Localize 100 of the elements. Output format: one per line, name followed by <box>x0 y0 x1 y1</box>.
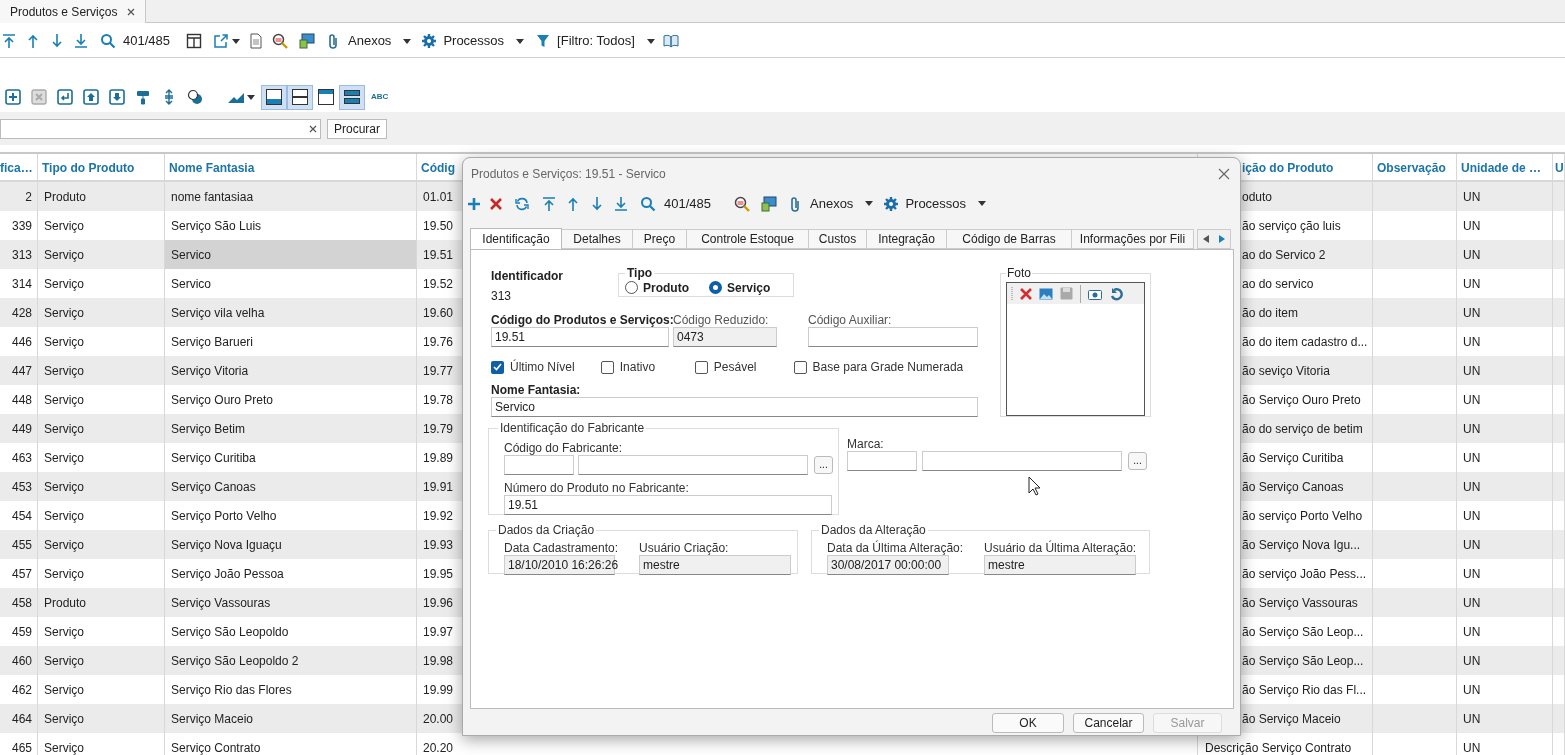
last-record-icon[interactable] <box>73 33 89 49</box>
tab[interactable]: Preço <box>633 229 687 249</box>
tab[interactable]: Controle Estoque <box>687 229 809 249</box>
field-label: Usuário da Última Alteração: <box>984 539 1137 554</box>
browse-button[interactable]: ... <box>1128 452 1147 470</box>
search-button[interactable]: Procurar <box>327 118 387 139</box>
table-cell-text: ão Serviço Vassouras <box>1242 594 1358 612</box>
close-icon[interactable] <box>127 7 136 16</box>
sql-search-icon[interactable] <box>272 33 288 49</box>
manufacturer-number-field[interactable]: 19.51 <box>504 495 832 515</box>
next-record-icon[interactable] <box>49 33 65 49</box>
computer-icon[interactable] <box>761 195 777 212</box>
columns-icon[interactable] <box>186 33 202 49</box>
layout-toggle[interactable] <box>339 84 365 110</box>
caret-icon[interactable] <box>646 38 655 44</box>
first-record-icon[interactable] <box>541 195 557 212</box>
table-cell-text: 428 <box>11 304 32 322</box>
panel-bottom-icon <box>265 88 283 106</box>
table-cell-text: nome fantasiaa <box>171 188 254 206</box>
book-icon[interactable] <box>662 33 679 49</box>
tab[interactable]: Detalhes <box>562 229 633 249</box>
caret-icon[interactable] <box>403 38 412 44</box>
last-record-icon[interactable] <box>613 195 629 212</box>
tab[interactable]: Código de Barras <box>947 229 1072 249</box>
brand-name-field[interactable] <box>922 451 1122 471</box>
caret-icon[interactable] <box>516 38 525 44</box>
table-cell-text: 454 <box>11 507 32 525</box>
search-icon[interactable] <box>100 33 116 49</box>
column-header[interactable]: Observação <box>1373 159 1446 177</box>
document-icon[interactable] <box>248 33 264 49</box>
browse-button[interactable]: ... <box>814 456 833 474</box>
spell-check-button[interactable]: ABC <box>371 91 389 103</box>
column-header[interactable]: Códig <box>417 159 455 177</box>
identifier-value: 313 <box>491 288 513 305</box>
scroll-right-icon[interactable] <box>1217 234 1227 244</box>
table-cell-text: Descrição Serviço Contrato <box>1205 739 1352 755</box>
shapes-icon[interactable] <box>187 89 203 105</box>
add-icon[interactable] <box>467 196 481 211</box>
trade-name-field[interactable]: Servico <box>491 397 978 417</box>
camera-icon[interactable] <box>1088 287 1102 300</box>
code-field[interactable]: 19.51 <box>491 327 669 347</box>
clear-icon[interactable] <box>309 124 317 133</box>
layout-toggle[interactable] <box>287 84 313 110</box>
table-cell-text: 457 <box>11 565 32 583</box>
checkbox[interactable]: Inativo <box>600 358 695 376</box>
column-header[interactable]: Unidade de … <box>1457 159 1541 177</box>
dialog-button[interactable]: Cancelar <box>1073 713 1144 733</box>
export-icon[interactable] <box>213 33 229 49</box>
manufacturer-name-field[interactable] <box>578 455 808 475</box>
search-field[interactable] <box>0 118 321 139</box>
delete-icon[interactable] <box>489 196 503 211</box>
caret-icon[interactable] <box>247 94 255 100</box>
table-cell-text: UN <box>1463 333 1481 351</box>
move-down-icon[interactable] <box>109 89 125 105</box>
first-record-icon[interactable] <box>1 33 17 49</box>
next-record-icon[interactable] <box>589 195 605 212</box>
checkbox[interactable]: Último Nível <box>491 358 601 376</box>
checkbox[interactable]: Base para Grade Numerada <box>793 358 978 376</box>
move-up-icon[interactable] <box>83 89 99 105</box>
tab[interactable]: Integração <box>867 229 947 249</box>
brand-code-field[interactable] <box>847 451 917 471</box>
table-cell-text: ao do Servico 2 <box>1242 246 1326 264</box>
column-header[interactable]: fica… <box>0 159 33 177</box>
filter-button[interactable]: [Filtro: Todos] <box>535 31 655 51</box>
close-icon[interactable] <box>1218 167 1230 180</box>
column-header[interactable]: U <box>1553 159 1564 177</box>
scroll-left-icon[interactable] <box>1201 234 1211 244</box>
rotate-icon[interactable] <box>1109 286 1123 301</box>
image-icon[interactable] <box>1039 287 1053 300</box>
add-icon[interactable] <box>5 89 21 105</box>
enter-icon[interactable] <box>57 89 73 105</box>
table-cell-text: Serviço <box>44 420 84 438</box>
layout-toggle[interactable] <box>261 84 287 110</box>
caret-icon[interactable] <box>978 201 987 206</box>
processes-button[interactable]: Processos <box>883 193 987 214</box>
tab[interactable]: Informações por Fili <box>1072 229 1194 249</box>
table-cell-text: ão seviço Vitoria <box>1242 362 1330 380</box>
sql-search-icon[interactable] <box>734 195 750 212</box>
processes-button[interactable]: Processos <box>421 31 525 51</box>
caret-icon[interactable] <box>232 38 240 44</box>
tab[interactable]: Identificação <box>470 228 562 249</box>
caret-icon[interactable] <box>865 201 874 206</box>
table-cell-text: UN <box>1463 681 1481 699</box>
computer-icon[interactable] <box>299 33 315 49</box>
refresh-icon[interactable] <box>514 195 530 212</box>
document-tab[interactable]: Produtos e Serviços <box>0 0 147 23</box>
dialog-button[interactable]: OK <box>992 713 1064 733</box>
column-header[interactable]: Nome Fantasia <box>165 159 255 177</box>
attachments-button[interactable]: Anexos <box>326 31 412 51</box>
aux-code-field[interactable] <box>808 327 978 347</box>
manufacturer-code-field[interactable] <box>504 455 574 475</box>
tab[interactable]: Custos <box>809 229 867 249</box>
checkbox[interactable]: Pesável <box>694 358 794 376</box>
delete-icon[interactable] <box>1020 287 1032 300</box>
paint-roller-icon[interactable] <box>135 89 151 105</box>
search-icon[interactable] <box>640 195 656 212</box>
table-cell-text: 19.95 <box>423 565 454 583</box>
column-header[interactable]: Tipo do Produto <box>38 159 135 177</box>
radio-button[interactable]: Serviço <box>709 278 771 297</box>
attachments-button[interactable]: Anexos <box>788 193 874 214</box>
